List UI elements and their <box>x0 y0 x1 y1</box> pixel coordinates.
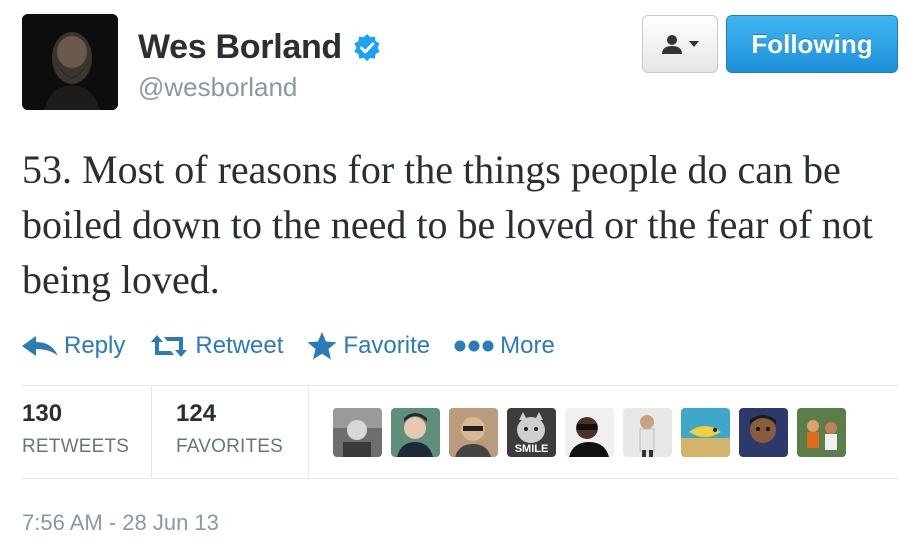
more-label: More <box>500 332 555 359</box>
verified-badge-icon <box>352 33 382 63</box>
favoriter-avatar[interactable] <box>391 408 440 457</box>
tweet-timestamp[interactable]: 7:56 AM - 28 Jun 13 <box>22 510 219 536</box>
favorites-count: 124 <box>176 400 217 427</box>
favoriter-avatar[interactable] <box>797 408 846 457</box>
reply-label: Reply <box>64 332 126 359</box>
reply-action[interactable]: Reply <box>22 332 125 360</box>
favoriter-avatar[interactable] <box>449 408 498 457</box>
favoriter-avatar[interactable]: SMILE <box>507 408 556 457</box>
star-icon <box>307 332 337 360</box>
favorites-stat[interactable]: 124 FAVORITES <box>176 400 283 458</box>
display-name[interactable]: Wes Borland <box>138 28 342 67</box>
favorite-action[interactable]: Favorite <box>307 332 430 360</box>
retweet-label: Retweet <box>195 332 284 359</box>
retweets-stat[interactable]: 130 RETWEETS <box>22 400 129 458</box>
retweets-label: RETWEETS <box>22 436 130 457</box>
favorite-label: Favorite <box>343 332 431 359</box>
more-action[interactable]: More <box>454 332 555 360</box>
retweet-icon <box>151 335 188 357</box>
favoriter-avatar[interactable] <box>565 408 614 457</box>
person-icon <box>662 35 682 54</box>
divider-top <box>22 385 898 386</box>
reply-icon <box>22 336 58 356</box>
stat-divider <box>308 386 309 478</box>
user-name-row: Wes Borland <box>138 28 382 67</box>
retweets-count: 130 <box>22 400 63 427</box>
retweet-action[interactable]: Retweet <box>149 332 283 360</box>
favoriter-avatar[interactable] <box>681 408 730 457</box>
favorites-label: FAVORITES <box>176 436 284 457</box>
favoriter-avatars: SMILE <box>333 408 846 457</box>
user-menu-button[interactable] <box>642 15 718 73</box>
favoriter-avatar[interactable] <box>739 408 788 457</box>
divider-bottom <box>22 478 898 479</box>
user-handle[interactable]: @wesborland <box>138 72 297 103</box>
tweet-text: 53. Most of reasons for the things peopl… <box>22 147 873 302</box>
chevron-down-icon <box>689 41 699 47</box>
more-dots-icon <box>454 340 494 352</box>
avatar[interactable] <box>22 14 118 110</box>
following-button[interactable]: Following <box>726 15 898 73</box>
tweet-actions: Reply Retweet Favorite More <box>22 326 579 366</box>
stat-divider <box>151 386 152 478</box>
smile-text: SMILE <box>515 443 549 455</box>
favoriter-avatar[interactable] <box>333 408 382 457</box>
favoriter-avatar[interactable] <box>623 408 672 457</box>
